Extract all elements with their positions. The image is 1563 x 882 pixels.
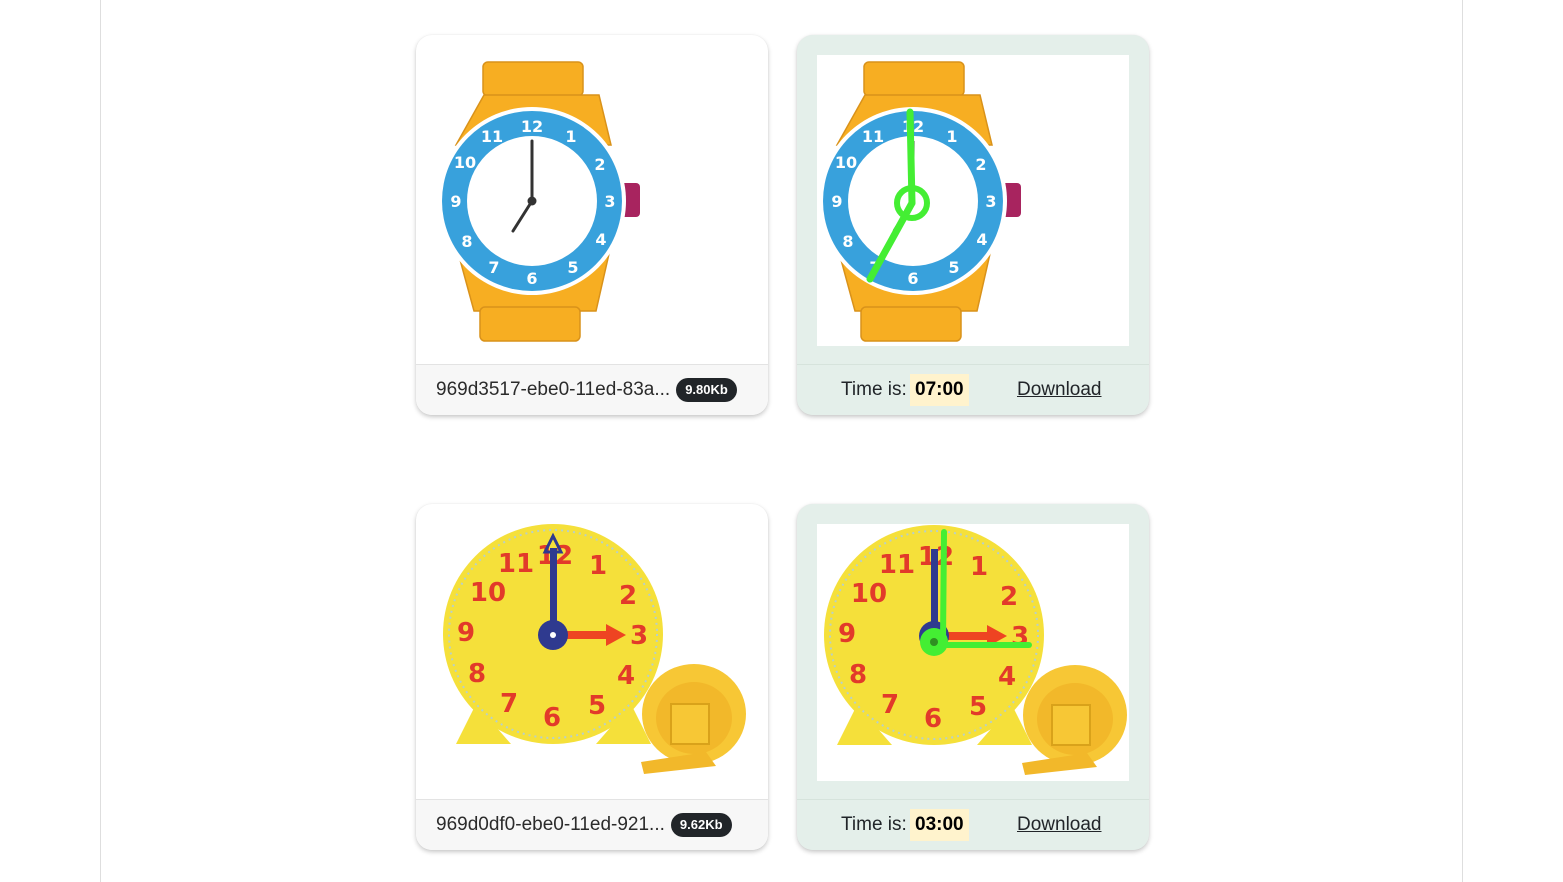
wristwatch-clock-annotated-image: 1212 345 678 91011 [817, 55, 1129, 346]
time-label: Time is: [841, 379, 907, 400]
page-container: 12 1 2 345 678 9 10 11 969d3517-ebe0-11ed-83… [100, 0, 1463, 882]
svg-text:1: 1 [589, 551, 607, 581]
svg-text:12: 12 [521, 117, 543, 136]
svg-text:11: 11 [481, 127, 503, 146]
filename-label: 969d0df0-ebe0-11ed-921... [436, 814, 665, 835]
detected-time: 07:00 [910, 374, 969, 406]
svg-text:4: 4 [617, 661, 635, 691]
svg-text:5: 5 [567, 258, 578, 277]
svg-text:8: 8 [468, 659, 486, 689]
input-image: 12 12 3 45 6 78 9 10 11 [416, 35, 768, 365]
svg-text:9: 9 [831, 192, 842, 211]
yellow-desk-clock-image: 1212 345 678 91011 [443, 524, 746, 774]
svg-text:8: 8 [842, 232, 853, 251]
svg-text:2: 2 [1000, 582, 1018, 612]
svg-text:3: 3 [604, 192, 615, 211]
svg-text:11: 11 [879, 550, 915, 580]
input-image-card: 12 1 2 3 45 6 78 9 10 11 969d3517-ebe0-11ed-83… [416, 35, 768, 415]
svg-text:2: 2 [975, 155, 986, 174]
svg-text:6: 6 [924, 704, 942, 734]
svg-text:7: 7 [488, 258, 499, 277]
svg-text:4: 4 [998, 662, 1016, 692]
result-card: 1212 345 678 91011 Ti [797, 504, 1149, 850]
wristwatch-clock-image: 12 12 3 45 6 78 9 10 11 [438, 61, 640, 342]
svg-text:1: 1 [970, 552, 988, 582]
svg-text:10: 10 [470, 578, 506, 608]
svg-text:7: 7 [500, 689, 518, 719]
yellow-desk-clock-annotated-image: 1212 345 678 91011 [817, 524, 1129, 781]
svg-text:3: 3 [985, 192, 996, 211]
result-info: Time is: 03:00 Download [797, 799, 1149, 850]
svg-text:2: 2 [619, 581, 637, 611]
svg-text:8: 8 [849, 660, 867, 690]
download-link[interactable]: Download [1017, 379, 1102, 401]
svg-text:1: 1 [565, 127, 576, 146]
input-image: 1212 345 678 91011 [416, 504, 768, 800]
svg-text:10: 10 [851, 579, 887, 609]
svg-text:11: 11 [862, 127, 884, 146]
svg-text:3: 3 [630, 621, 648, 651]
svg-text:4: 4 [976, 230, 987, 249]
svg-text:11: 11 [498, 549, 534, 579]
svg-text:6: 6 [543, 703, 561, 733]
filename-label: 969d3517-ebe0-11ed-83a... [436, 379, 671, 400]
svg-text:6: 6 [526, 269, 537, 288]
svg-text:10: 10 [454, 153, 476, 172]
svg-text:5: 5 [588, 691, 606, 721]
annotated-image: 1212 345 678 91011 [797, 35, 1149, 365]
download-link[interactable]: Download [1017, 814, 1102, 836]
svg-text:9: 9 [457, 618, 475, 648]
svg-text:10: 10 [835, 153, 857, 172]
input-image-info: 969d3517-ebe0-11ed-83a... 9.80Kb [416, 364, 768, 415]
svg-text:5: 5 [948, 258, 959, 277]
svg-text:2: 2 [594, 155, 605, 174]
file-size-badge: 9.80Kb [676, 378, 737, 402]
svg-text:9: 9 [450, 192, 461, 211]
svg-text:1: 1 [946, 127, 957, 146]
svg-text:4: 4 [595, 230, 606, 249]
detected-time: 03:00 [910, 809, 969, 841]
svg-text:9: 9 [838, 619, 856, 649]
result-card: 1212 345 678 91011 Time is: 07:00 Downlo… [797, 35, 1149, 415]
input-image-card: 1212 345 678 91011 969d0df0-eb [416, 504, 768, 850]
result-info: Time is: 07:00 Download [797, 364, 1149, 415]
input-image-info: 969d0df0-ebe0-11ed-921... 9.62Kb [416, 799, 768, 850]
svg-text:7: 7 [881, 690, 899, 720]
time-label: Time is: [841, 814, 907, 835]
svg-text:8: 8 [461, 232, 472, 251]
svg-text:6: 6 [907, 269, 918, 288]
svg-text:5: 5 [969, 692, 987, 722]
annotated-image: 1212 345 678 91011 [797, 504, 1149, 800]
file-size-badge: 9.62Kb [670, 813, 732, 837]
